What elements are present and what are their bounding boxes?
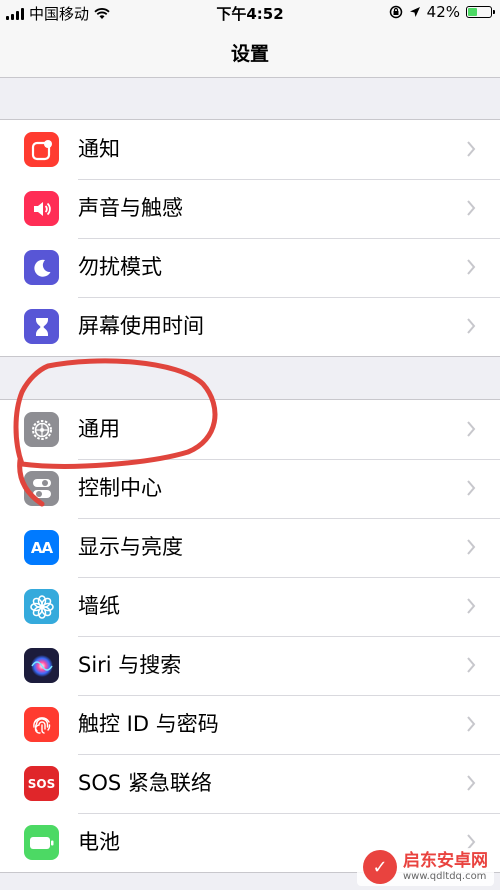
siri-icon	[24, 648, 59, 683]
display-icon-glyph: AA	[30, 538, 53, 557]
nav-bar: 设置	[0, 26, 500, 78]
settings-row-label: 显示与亮度	[78, 535, 183, 559]
settings-row-label: Siri 与搜索	[78, 653, 182, 677]
notifications-icon	[24, 132, 59, 167]
chevron-right-icon	[467, 598, 476, 614]
settings-row-touch-id[interactable]: 触控 ID 与密码	[0, 695, 500, 754]
settings-row-emergency-sos[interactable]: SOS SOS 紧急联络	[0, 754, 500, 813]
chevron-right-icon	[467, 421, 476, 437]
battery-fill	[468, 8, 477, 16]
hourglass-icon	[24, 309, 59, 344]
settings-row-display[interactable]: AA 显示与亮度	[0, 518, 500, 577]
settings-row-siri[interactable]: Siri 与搜索	[0, 636, 500, 695]
settings-row-label: 触控 ID 与密码	[78, 712, 219, 736]
settings-list: 通知 声音与触感 勿扰模式 屏幕使用时间 通用 控制中心 AA 显示与亮度 墙纸…	[0, 78, 500, 873]
status-right: 42%	[389, 3, 495, 21]
settings-group-2: 通用 控制中心 AA 显示与亮度 墙纸 Siri 与搜索 触控 ID 与密码 S…	[0, 399, 500, 873]
sound-icon	[24, 191, 59, 226]
settings-row-wallpaper[interactable]: 墙纸	[0, 577, 500, 636]
settings-row-do-not-disturb[interactable]: 勿扰模式	[0, 238, 500, 297]
settings-row-label: 通用	[78, 417, 120, 441]
settings-row-general[interactable]: 通用	[0, 400, 500, 459]
settings-row-screen-time[interactable]: 屏幕使用时间	[0, 297, 500, 356]
page-title: 设置	[230, 43, 269, 65]
settings-row-label: SOS 紧急联络	[78, 771, 212, 795]
rotation-lock-icon	[389, 5, 402, 19]
settings-row-label: 通知	[78, 137, 120, 161]
settings-row-label: 控制中心	[78, 476, 162, 500]
settings-row-control-center[interactable]: 控制中心	[0, 459, 500, 518]
display-icon: AA	[24, 530, 59, 565]
chevron-right-icon	[467, 318, 476, 334]
chevron-right-icon	[467, 657, 476, 673]
watermark: ✓ 启东安卓网 www.qdltdq.com	[357, 848, 494, 886]
toggles-icon	[24, 471, 59, 506]
watermark-url: www.qdltdq.com	[403, 870, 487, 882]
settings-row-label: 声音与触感	[78, 196, 183, 220]
chevron-right-icon	[467, 539, 476, 555]
watermark-text: 启东安卓网 www.qdltdq.com	[403, 852, 488, 882]
location-icon	[409, 7, 420, 17]
flower-icon	[24, 589, 59, 624]
settings-row-label: 电池	[78, 830, 120, 854]
settings-row-label: 勿扰模式	[78, 255, 162, 279]
chevron-right-icon	[467, 200, 476, 216]
fingerprint-icon	[24, 707, 59, 742]
chevron-right-icon	[467, 141, 476, 157]
battery-setting-icon	[24, 825, 59, 860]
settings-group-1: 通知 声音与触感 勿扰模式 屏幕使用时间	[0, 119, 500, 357]
chevron-right-icon	[467, 775, 476, 791]
sos-icon-glyph: SOS	[27, 776, 56, 791]
gear-icon	[24, 412, 59, 447]
watermark-logo-icon: ✓	[363, 850, 397, 884]
settings-row-label: 屏幕使用时间	[78, 314, 204, 338]
settings-row-notifications[interactable]: 通知	[0, 120, 500, 179]
settings-row-sounds[interactable]: 声音与触感	[0, 179, 500, 238]
moon-icon	[24, 250, 59, 285]
chevron-right-icon	[467, 480, 476, 496]
chevron-right-icon	[467, 716, 476, 732]
battery-percent: 42%	[426, 3, 460, 21]
status-bar: 中国移动 下午4:52 42%	[0, 0, 500, 26]
settings-row-label: 墙纸	[78, 594, 120, 618]
sos-icon: SOS	[24, 766, 59, 801]
watermark-title: 启东安卓网	[403, 851, 488, 872]
chevron-right-icon	[467, 259, 476, 275]
battery-icon	[466, 6, 495, 18]
